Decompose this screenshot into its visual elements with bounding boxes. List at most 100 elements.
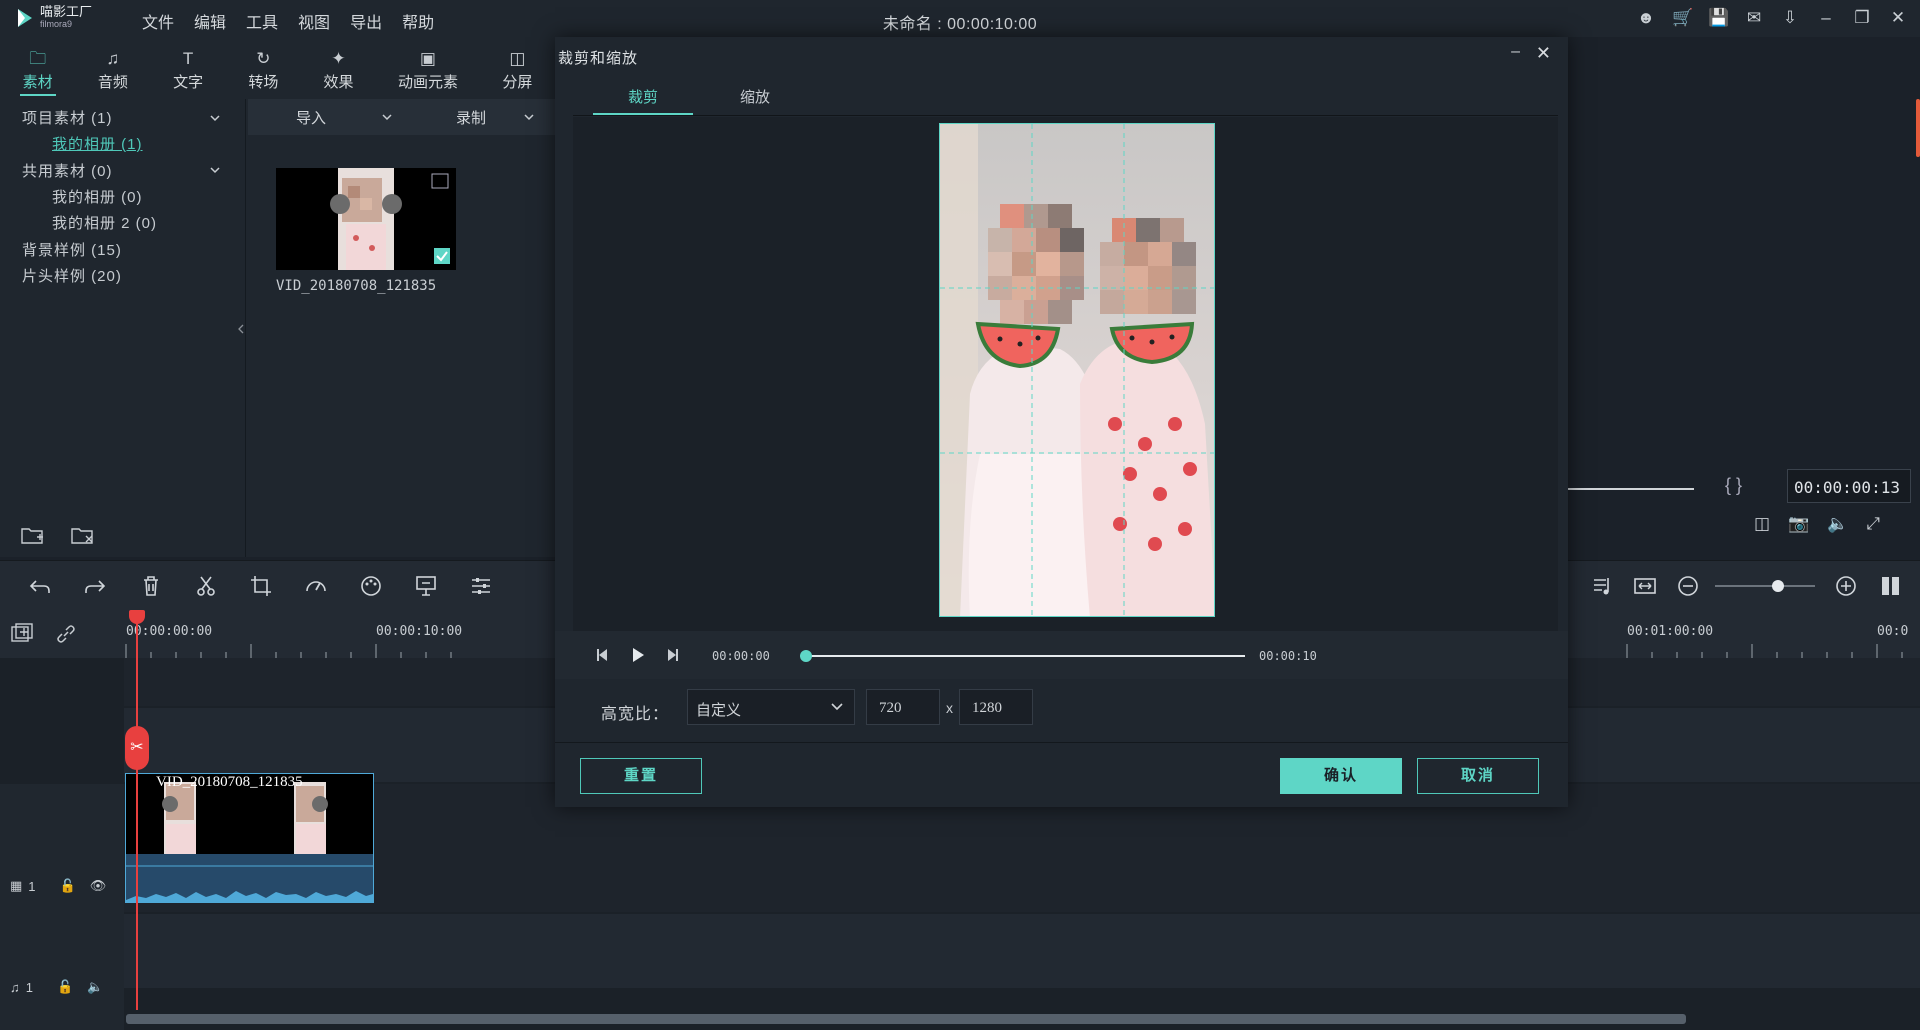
undo-icon[interactable] — [28, 574, 52, 598]
crop-icon[interactable] — [249, 574, 273, 598]
chevron-down-icon[interactable] — [381, 112, 393, 122]
tree-shared-media[interactable]: 共用素材 (0) — [22, 160, 113, 181]
menu-help[interactable]: 帮助 — [402, 9, 434, 33]
panel-toggle-icon[interactable] — [1879, 574, 1903, 598]
color-icon[interactable] — [359, 574, 383, 598]
text-icon: T — [182, 49, 194, 68]
app-logo: 喵影工厂 filmora9 — [16, 4, 93, 30]
download-icon[interactable]: ⇩ — [1780, 8, 1800, 28]
zoom-in-icon[interactable] — [1834, 574, 1858, 598]
eye-icon[interactable]: 👁 — [90, 878, 107, 894]
fullscreen-icon[interactable]: ⤢ — [1866, 514, 1880, 534]
music-note-icon: ♫ — [10, 979, 20, 995]
speed-icon[interactable] — [304, 574, 328, 598]
tree-project-media[interactable]: 项目素材 (1) — [22, 107, 113, 128]
add-track-icon[interactable] — [10, 622, 36, 646]
timeline-scrollbar[interactable] — [126, 1014, 1686, 1024]
import-button[interactable]: 导入 — [296, 107, 326, 128]
tree-shared-album[interactable]: 我的相册 (0) — [52, 186, 143, 207]
menu-view[interactable]: 视图 — [298, 9, 330, 33]
chevron-down-icon — [831, 703, 843, 711]
reset-button[interactable]: 重置 — [580, 758, 702, 794]
speaker-icon[interactable]: 🔈 — [87, 979, 103, 995]
video-track-number: 1 — [28, 878, 36, 894]
crop-settings: 高宽比： 自定义 720 x 1280 — [555, 680, 1568, 743]
cart-icon[interactable]: 🛒 — [1672, 8, 1693, 28]
audio-track-number: 1 — [25, 979, 33, 995]
preview-timecode: 00:00:00:13 — [1787, 469, 1911, 503]
record-button[interactable]: 录制 — [456, 107, 486, 128]
chevron-down-icon[interactable] — [210, 113, 220, 123]
redo-icon[interactable] — [83, 574, 107, 598]
logo-name: 喵影工厂 — [40, 4, 93, 19]
save-icon[interactable]: 💾 — [1708, 8, 1729, 28]
scroll-indicator[interactable] — [1916, 99, 1920, 157]
zoom-slider-handle[interactable] — [1772, 580, 1784, 592]
tab-transition[interactable]: ↻ 转场 — [226, 37, 301, 99]
mark-in-out-icon[interactable]: { } — [1725, 475, 1742, 496]
height-field[interactable]: 1280 — [959, 689, 1033, 725]
crop-frame[interactable] — [939, 123, 1215, 617]
confirm-button[interactable]: 确认 — [1280, 758, 1402, 794]
playhead-line[interactable] — [136, 610, 138, 1010]
media-clip-name: VID_20180708_121835 — [276, 278, 437, 294]
delete-icon[interactable] — [139, 574, 163, 598]
aspect-ratio-select[interactable]: 自定义 — [687, 689, 855, 725]
minimize-icon[interactable]: – — [1511, 43, 1520, 61]
adjust-icon[interactable] — [469, 574, 493, 598]
next-frame-icon[interactable] — [664, 647, 680, 663]
green-screen-icon[interactable] — [414, 574, 438, 598]
cancel-button[interactable]: 取消 — [1417, 758, 1539, 794]
dialog-tabs: 裁剪 缩放 — [573, 76, 1558, 116]
tab-media[interactable]: 🗀 素材 — [0, 37, 75, 99]
tab-effects[interactable]: ✦ 效果 — [301, 37, 376, 99]
restore-icon[interactable]: ❐ — [1852, 8, 1872, 28]
tree-project-album[interactable]: 我的相册 (1) — [52, 133, 143, 154]
menu-export[interactable]: 导出 — [350, 9, 382, 33]
video-frame-image — [940, 124, 1214, 616]
minimize-icon[interactable]: – — [1816, 8, 1836, 28]
lock-icon[interactable]: 🔓 — [60, 878, 76, 894]
split-scissors-icon[interactable]: ✂ — [125, 726, 149, 770]
new-folder-icon[interactable] — [20, 524, 46, 546]
dialog-progress-handle[interactable] — [800, 650, 812, 662]
chevron-down-icon[interactable] — [210, 165, 220, 175]
snapshot-icon[interactable]: 📷 — [1788, 514, 1809, 534]
tree-shared-album-2[interactable]: 我的相册 2 (0) — [52, 212, 157, 233]
tab-text[interactable]: T 文字 — [150, 37, 225, 99]
media-thumbnail[interactable] — [276, 168, 456, 270]
tree-intro-samples[interactable]: 片头样例 (20) — [22, 265, 122, 286]
chevron-down-icon[interactable] — [523, 112, 535, 122]
lock-icon[interactable]: 🔓 — [57, 979, 73, 995]
volume-icon[interactable]: 🔈 — [1827, 514, 1848, 534]
close-icon[interactable]: ✕ — [1888, 8, 1908, 28]
tab-crop[interactable]: 裁剪 — [593, 86, 693, 107]
zoom-slider[interactable] — [1715, 585, 1815, 587]
voiceover-icon[interactable] — [1590, 574, 1614, 598]
zoom-out-icon[interactable] — [1676, 574, 1700, 598]
fit-timeline-icon[interactable] — [1633, 574, 1657, 598]
active-tab-indicator — [593, 113, 693, 115]
split-screen-icon: ◫ — [509, 49, 526, 68]
tab-elements[interactable]: ▣ 动画元素 — [376, 37, 480, 99]
tab-split-screen[interactable]: ◫ 分屏 — [480, 37, 555, 99]
tree-background-samples[interactable]: 背景样例 (15) — [22, 239, 122, 260]
mail-icon[interactable]: ✉ — [1744, 8, 1764, 28]
dialog-progress-track[interactable] — [805, 655, 1245, 657]
menu-tools[interactable]: 工具 — [246, 9, 278, 33]
width-field[interactable]: 720 — [866, 689, 940, 725]
delete-folder-icon[interactable] — [70, 524, 96, 546]
cut-icon[interactable] — [194, 574, 218, 598]
render-preview-icon[interactable]: ◫ — [1754, 514, 1770, 534]
close-icon[interactable]: ✕ — [1536, 43, 1551, 64]
timeline-video-clip[interactable]: VID_20180708_121835 — [125, 773, 374, 903]
menu-edit[interactable]: 编辑 — [194, 9, 226, 33]
menu-file[interactable]: 文件 — [142, 9, 174, 33]
tab-zoom[interactable]: 缩放 — [705, 86, 805, 107]
tab-audio[interactable]: ♫ 音频 — [75, 37, 150, 99]
previous-frame-icon[interactable] — [595, 647, 611, 663]
link-icon[interactable] — [54, 622, 78, 646]
account-icon[interactable]: ☻ — [1636, 8, 1656, 28]
collapse-panel-icon[interactable] — [237, 324, 245, 334]
play-icon[interactable] — [630, 647, 646, 663]
